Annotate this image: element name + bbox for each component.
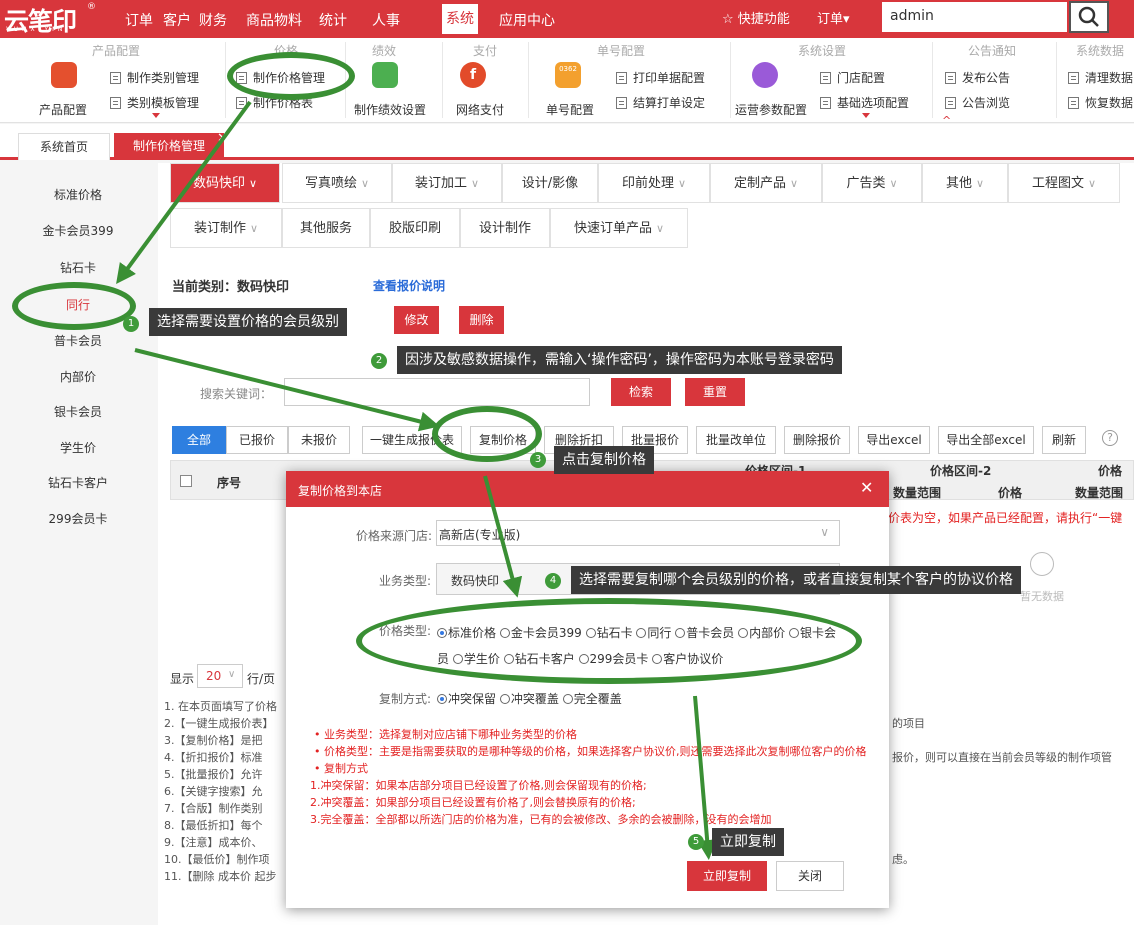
callout-step1: 选择需要设置价格的会员级别: [149, 308, 347, 336]
step-badge: 3: [530, 452, 546, 468]
step-badge: 4: [545, 573, 561, 589]
callout-step3: 点击复制价格: [554, 446, 654, 474]
callout-step5: 立即复制: [712, 828, 784, 856]
step-badge: 1: [123, 316, 139, 332]
step-badge: 5: [688, 834, 704, 850]
callout-step2: 因涉及敏感数据操作，需输入‘操作密码’，操作密码为本账号登录密码: [397, 346, 842, 374]
step-badge: 2: [371, 353, 387, 369]
callout-step4: 选择需要复制哪个会员级别的价格，或者直接复制某个客户的协议价格: [571, 566, 1021, 594]
